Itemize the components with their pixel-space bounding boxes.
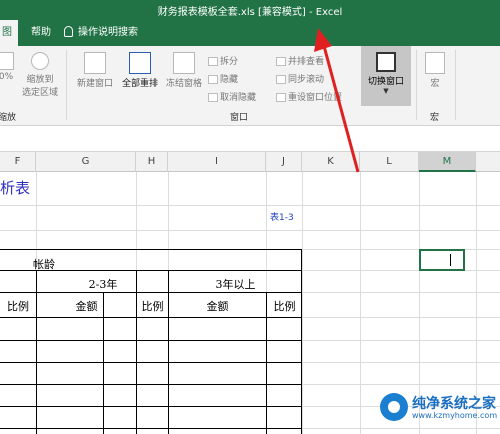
ribbon-view: 0% 缩放到 选定区域 缩放 新建窗口 全部重排 冻结窗格 拆分 隐藏 取消隐藏… (0, 46, 500, 126)
watermark-url: www.kzmyhome.com (412, 411, 498, 420)
tell-me-label: 操作说明搜索 (78, 27, 138, 38)
hide-icon (208, 75, 218, 84)
ratio-header: 比例 (273, 300, 296, 313)
zoom-to-selection-button[interactable]: 缩放到 选定区域 (18, 52, 62, 98)
zoom-selection-label-2: 选定区域 (21, 88, 58, 98)
arrange-all-icon (129, 52, 151, 74)
table-border (36, 270, 37, 434)
table-border (0, 384, 302, 385)
sync-scroll-icon (276, 75, 286, 84)
side-by-side-label: 并排查看 (288, 57, 325, 67)
column-header-l[interactable]: L (360, 152, 419, 172)
table-border (0, 362, 302, 363)
text-cursor (450, 254, 451, 266)
watermark-logo-icon (380, 393, 408, 421)
tell-me-search[interactable]: 操作说明搜索 (64, 20, 138, 46)
freeze-panes-label: 冻结窗格 (165, 79, 202, 89)
group-zoom-label: 缩放 (0, 113, 17, 123)
formula-bar-area (0, 126, 500, 152)
unhide-icon (208, 93, 218, 102)
zoom-100-label: 0% (0, 72, 14, 82)
gridline (0, 230, 500, 231)
switch-windows-label: 切换窗口 (367, 77, 404, 87)
split-label: 拆分 (220, 57, 239, 67)
sync-scroll-label: 同步滚动 (288, 75, 325, 85)
switch-windows-icon (376, 52, 396, 72)
tab-help[interactable]: 帮助 (25, 20, 57, 46)
sync-scroll-button[interactable]: 同步滚动 (276, 72, 324, 85)
table-border (136, 270, 137, 434)
column-header-m[interactable]: M (419, 152, 476, 172)
ratio-header: 比例 (7, 300, 29, 313)
ribbon-tabs: 图 帮助 操作说明搜索 (0, 20, 500, 46)
view-side-by-side-button[interactable]: 并排查看 (276, 54, 324, 67)
ratio-header: 比例 (141, 300, 164, 313)
freeze-panes-icon (173, 52, 195, 74)
group-window-label: 窗口 (230, 113, 249, 123)
window-title: 财务报表模板全套.xls [兼容模式] - Excel (157, 7, 343, 18)
new-window-label: 新建窗口 (76, 79, 113, 89)
active-cell[interactable] (419, 249, 465, 271)
ribbon-separator (416, 50, 417, 120)
split-button[interactable]: 拆分 (208, 54, 238, 67)
range-3-plus-header: 3年以上 (215, 278, 256, 291)
new-window-button[interactable]: 新建窗口 (72, 52, 118, 89)
column-header-h[interactable]: H (136, 152, 168, 172)
hide-label: 隐藏 (220, 75, 239, 85)
reset-position-button[interactable]: 重设窗口位置 (276, 90, 342, 103)
table-border (0, 340, 302, 341)
amount-header: 金额 (75, 300, 98, 313)
tab-view[interactable]: 图 (0, 20, 18, 46)
hide-button[interactable]: 隐藏 (208, 72, 238, 85)
new-window-icon (84, 52, 106, 74)
table-border (0, 317, 302, 318)
table-border (0, 406, 302, 407)
macros-button[interactable]: 宏 (420, 52, 450, 89)
reset-position-icon (276, 93, 286, 102)
column-headers: F G H I J K L M (0, 152, 500, 172)
macros-label: 宏 (430, 79, 440, 89)
lightbulb-icon (64, 25, 73, 37)
group-macros-label: 宏 (430, 113, 440, 123)
side-by-side-icon (276, 57, 286, 66)
table-border (0, 292, 302, 293)
table-border (0, 428, 302, 429)
ribbon-separator (66, 50, 67, 120)
zoom-100-button[interactable]: 0% (0, 52, 18, 82)
gridline (360, 172, 361, 434)
switch-windows-button[interactable]: 切换窗口 ▼ (361, 46, 411, 106)
column-header-j[interactable]: J (266, 152, 302, 172)
column-header-f[interactable]: F (0, 152, 36, 172)
ribbon-separator (455, 50, 456, 120)
table-number: 表1-3 (270, 213, 294, 223)
zoom-100-icon (0, 52, 14, 70)
unhide-button[interactable]: 取消隐藏 (208, 90, 256, 103)
arrange-all-label: 全部重排 (121, 79, 158, 89)
chevron-down-icon: ▼ (383, 87, 389, 95)
arrange-all-button[interactable]: 全部重排 (118, 52, 162, 89)
table-border (168, 270, 169, 434)
sheet-title: 析表 (0, 179, 31, 197)
reset-position-label: 重设窗口位置 (288, 93, 343, 103)
range-2-3-header: 2-3年 (88, 278, 118, 291)
title-bar: 财务报表模板全套.xls [兼容模式] - Excel (0, 0, 500, 20)
table-border (36, 292, 37, 293)
gridline (0, 205, 500, 206)
amount-header: 金额 (206, 300, 229, 313)
table-border (0, 249, 302, 250)
column-header-g[interactable]: G (36, 152, 136, 172)
unhide-label: 取消隐藏 (220, 93, 257, 103)
magnifier-icon (31, 52, 49, 70)
zoom-selection-label-1: 缩放到 (26, 75, 54, 85)
column-header-i[interactable]: I (168, 152, 266, 172)
watermark-name: 纯净系统之家 (412, 396, 496, 412)
macros-icon (425, 52, 445, 74)
gridline (302, 172, 303, 434)
column-header-k[interactable]: K (302, 152, 360, 172)
split-icon (208, 57, 218, 66)
freeze-panes-button[interactable]: 冻结窗格 (162, 52, 206, 89)
aging-header: 帐龄 (33, 258, 55, 271)
